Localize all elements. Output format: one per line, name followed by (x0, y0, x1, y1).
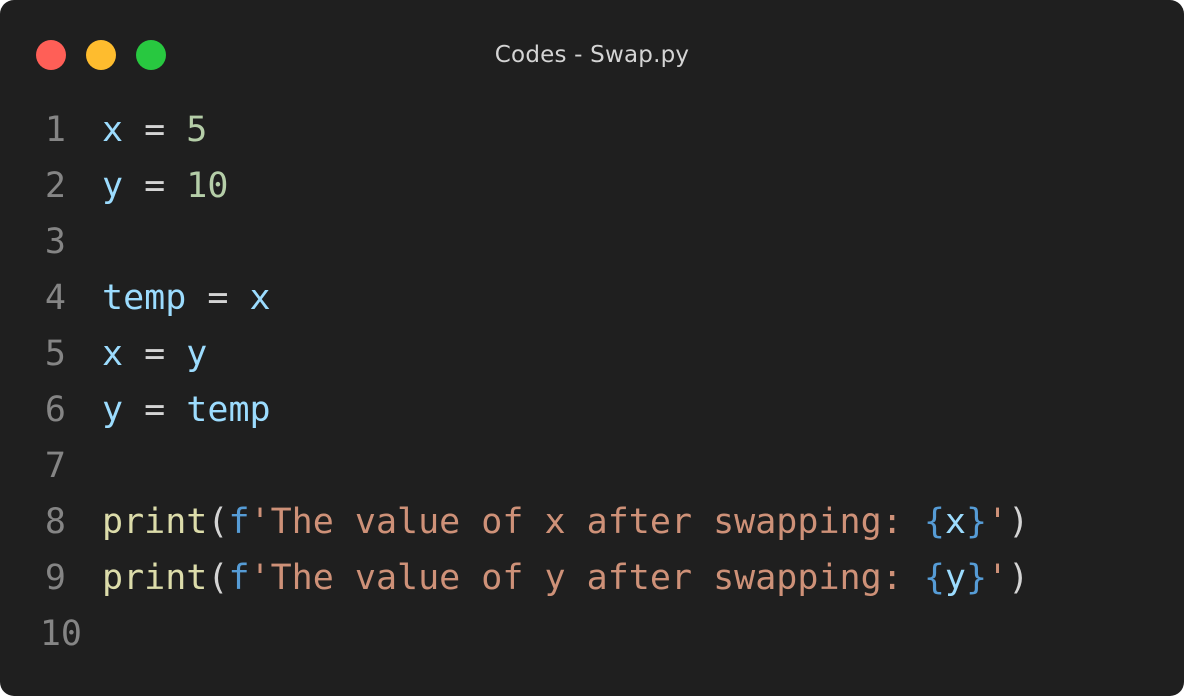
code-token: ) (1008, 502, 1030, 542)
line-number: 9 (44, 558, 66, 598)
code-token: = (123, 334, 187, 374)
line-number: 7 (44, 446, 66, 486)
code-token: 5 (186, 110, 208, 150)
code-token: } (965, 558, 988, 598)
code-line[interactable]: 3 (0, 214, 1184, 270)
code-line[interactable]: 9 print(f'The value of y after swapping: … (0, 550, 1184, 606)
code-editor[interactable]: 1x = 52y = 10 3 4 temp = x5x = y6y = temp 7 8… (0, 102, 1184, 662)
code-line[interactable]: 2y = 10 (0, 158, 1184, 214)
code-token: 10 (186, 166, 229, 206)
code-token: = (123, 390, 187, 430)
code-window: Codes - Swap.py 1x = 52y = 10 3 4 temp = x5… (0, 0, 1184, 696)
code-line[interactable]: 4 temp = x (0, 270, 1184, 326)
code-line[interactable]: 8 print(f'The value of x after swapping: … (0, 494, 1184, 550)
window-titlebar: Codes - Swap.py (0, 0, 1184, 110)
line-number: 8 (44, 502, 66, 542)
code-token: { (923, 502, 945, 542)
code-token: ( (207, 558, 229, 598)
code-text[interactable]: print(f'The value of y after swapping: {… (102, 550, 1029, 606)
code-token: = (123, 110, 187, 150)
line-number: 2 (44, 166, 66, 206)
code-token: } (965, 502, 988, 542)
code-token: = (123, 166, 187, 206)
code-token: x (102, 110, 124, 150)
code-text[interactable]: temp = x (102, 270, 271, 326)
code-token: x (249, 278, 271, 318)
code-token: { (923, 558, 945, 598)
line-number: 5 (44, 334, 66, 374)
code-token: print (102, 558, 208, 598)
code-token: temp (186, 390, 271, 430)
line-number: 6 (44, 390, 66, 430)
code-token: f (228, 558, 250, 598)
code-token: y (102, 166, 124, 206)
code-token: ' (987, 502, 1009, 542)
code-token: y (186, 334, 208, 374)
code-token: y (944, 558, 966, 598)
code-line[interactable]: 5x = y (0, 326, 1184, 382)
code-token: 'The value of y after swapping: (249, 558, 924, 598)
code-text[interactable]: x = y (102, 326, 207, 382)
code-token: 'The value of x after swapping: (249, 502, 924, 542)
code-line[interactable]: 6y = temp (0, 382, 1184, 438)
code-token: y (102, 390, 124, 430)
code-token: temp (102, 278, 187, 318)
window-title: Codes - Swap.py (494, 42, 690, 68)
code-token: f (228, 502, 250, 542)
code-token: ( (207, 502, 229, 542)
code-token: x (102, 334, 124, 374)
line-number: 10 (39, 614, 82, 654)
line-number: 3 (44, 222, 66, 262)
line-number: 1 (44, 110, 66, 150)
line-number: 4 (44, 278, 66, 318)
code-text[interactable]: y = temp (102, 382, 271, 438)
code-token: = (186, 278, 250, 318)
code-line[interactable]: 1x = 5 (0, 102, 1184, 158)
code-text[interactable]: y = 10 (102, 158, 228, 214)
code-token: ) (1008, 558, 1030, 598)
code-token: ' (987, 558, 1009, 598)
code-text[interactable]: print(f'The value of x after swapping: {… (102, 494, 1029, 550)
code-line[interactable]: 10 (0, 606, 1184, 662)
code-token: x (944, 502, 966, 542)
code-line[interactable]: 7 (0, 438, 1184, 494)
code-token: print (102, 502, 208, 542)
code-text[interactable]: x = 5 (102, 102, 207, 158)
